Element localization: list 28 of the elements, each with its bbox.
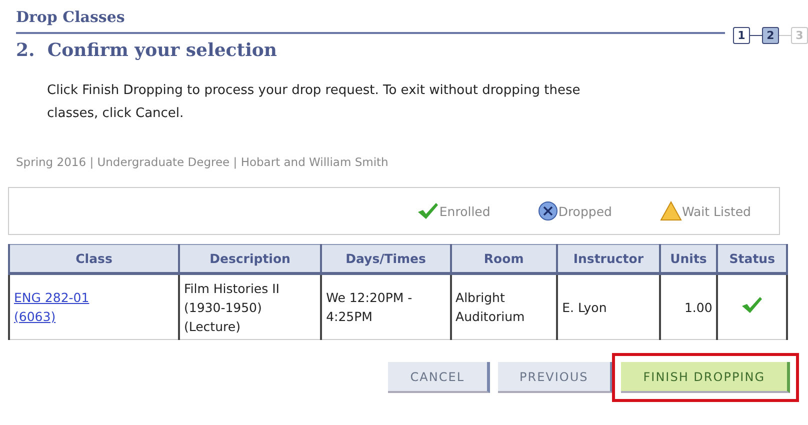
term-info: Spring 2016 | Undergraduate Degree | Hobart and William Smith: [16, 155, 390, 169]
legend-label: Wait Listed: [682, 204, 751, 218]
legend-label: Enrolled: [439, 204, 490, 218]
step-indicator[interactable]: 2: [762, 27, 779, 44]
column-header: Instructor: [557, 244, 660, 274]
warning-triangle-icon: [660, 201, 682, 221]
table-cell: E. Lyon: [557, 274, 660, 340]
column-header: Status: [717, 244, 787, 274]
step-indicator[interactable]: 1: [733, 27, 750, 44]
nav-button[interactable]: CANCEL: [388, 362, 490, 393]
table-cell: We 12:20PM - 4:25PM: [321, 274, 451, 340]
instructions-text: Click Finish Dropping to process your drop request. To exit without dropping these classes, click Cancel.: [47, 82, 582, 123]
section-heading: 2. Confirm your selection: [16, 40, 278, 61]
column-header: Units: [660, 244, 718, 274]
table-cell: Albright Auditorium: [450, 274, 558, 340]
page-title: Drop Classes: [16, 8, 126, 26]
column-header: Room: [450, 244, 558, 274]
table-cell: 1.00: [660, 274, 718, 340]
nav-button[interactable]: PREVIOUS: [498, 362, 614, 393]
column-header: Class: [9, 244, 179, 274]
column-header: Description: [179, 244, 322, 274]
class-link[interactable]: ENG 282-01 (6063): [14, 288, 90, 326]
table-cell: Film Histories II (1930-1950) (Lecture): [179, 274, 322, 340]
column-header: Days/Times: [321, 244, 451, 274]
legend-label: Dropped: [558, 204, 612, 218]
x-circle-icon: [538, 201, 558, 221]
check-icon: [417, 201, 440, 221]
check-icon: [741, 294, 764, 314]
